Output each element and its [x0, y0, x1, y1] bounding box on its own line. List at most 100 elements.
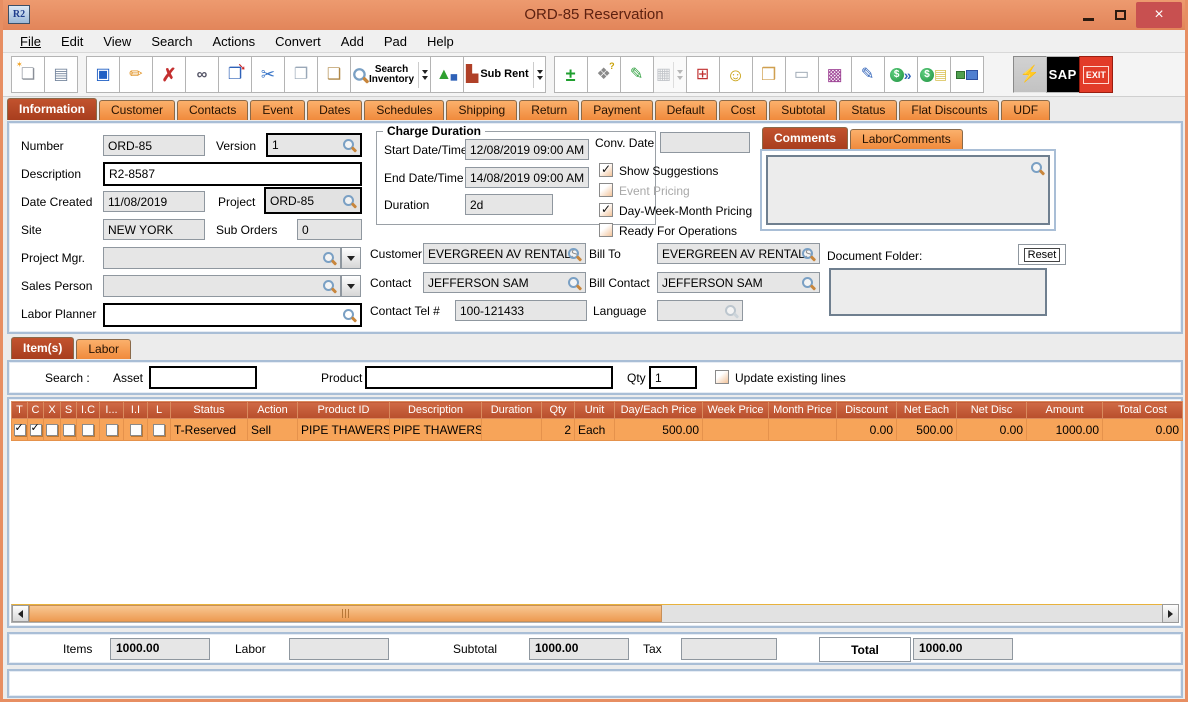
row-check-i-dots[interactable]: [105, 424, 118, 437]
col-t[interactable]: T: [11, 401, 28, 419]
customer-search-icon[interactable]: [567, 247, 581, 261]
order-tree-button[interactable]: ⊞: [685, 56, 720, 93]
tab-labor-comments[interactable]: LaborComments: [850, 129, 963, 149]
save-button[interactable]: ▣: [86, 56, 120, 93]
col-month-price[interactable]: Month Price: [768, 401, 837, 419]
tab-event[interactable]: Event: [250, 100, 306, 120]
tab-udf[interactable]: UDF: [1001, 100, 1051, 120]
kit-button[interactable]: ❖?: [586, 56, 621, 93]
project-field[interactable]: ORD-85: [264, 187, 362, 214]
tab-customer[interactable]: Customer: [99, 100, 176, 120]
menu-item-file[interactable]: File: [10, 32, 51, 51]
delivery-button[interactable]: [949, 56, 984, 93]
col-duration[interactable]: Duration: [481, 401, 542, 419]
comments-textarea[interactable]: [766, 155, 1050, 225]
tab-payment[interactable]: Payment: [581, 100, 653, 120]
tab-comments[interactable]: Comments: [762, 127, 849, 149]
menu-item-convert[interactable]: Convert: [265, 32, 331, 51]
bill-to-search-icon[interactable]: [801, 247, 815, 261]
asset-input[interactable]: [149, 366, 257, 389]
menu-item-edit[interactable]: Edit: [51, 32, 93, 51]
bill-contact-search-icon[interactable]: [801, 276, 815, 290]
sales-person-field[interactable]: [103, 275, 341, 297]
copy-order-button[interactable]: ❐ ➘: [218, 56, 252, 93]
exit-button[interactable]: EXIT: [1078, 56, 1113, 93]
tab-cost[interactable]: Cost: [718, 100, 768, 120]
col-x[interactable]: X: [43, 401, 61, 419]
version-search-icon[interactable]: [342, 138, 356, 152]
project-mgr-dropdown[interactable]: [341, 247, 361, 269]
customer-service-button[interactable]: ☺: [718, 56, 753, 93]
labor-planner-field[interactable]: [103, 303, 362, 327]
quick-actions-button[interactable]: ⚡: [1012, 56, 1047, 93]
new-order-button[interactable]: ❏ ✶: [11, 56, 45, 93]
col-total-cost[interactable]: Total Cost: [1102, 401, 1183, 419]
col-ic[interactable]: I.C: [76, 401, 100, 419]
row-check-s[interactable]: [62, 424, 75, 437]
tab-information[interactable]: Information: [7, 98, 97, 120]
find-button[interactable]: ∞: [185, 56, 219, 93]
bill-contact-field[interactable]: JEFFERSON SAM: [657, 272, 820, 293]
sales-person-dropdown[interactable]: [341, 275, 361, 297]
paste-button[interactable]: ❑: [317, 56, 351, 93]
menu-item-view[interactable]: View: [93, 32, 141, 51]
col-qty[interactable]: Qty: [541, 401, 575, 419]
menu-item-pad[interactable]: Pad: [374, 32, 417, 51]
col-c[interactable]: C: [27, 401, 44, 419]
description-field[interactable]: [103, 162, 362, 186]
minimize-button[interactable]: [1072, 3, 1104, 27]
calendar-button[interactable]: ▦: [652, 56, 687, 93]
tab-return[interactable]: Return: [519, 100, 580, 120]
search-inventory-dropdown[interactable]: [418, 61, 429, 88]
col-net-each[interactable]: Net Each: [896, 401, 957, 419]
tab-contacts[interactable]: Contacts: [177, 100, 249, 120]
col-net-disc[interactable]: Net Disc: [956, 401, 1027, 419]
close-button[interactable]: ×: [1136, 2, 1182, 28]
edit-button[interactable]: ✏: [119, 56, 153, 93]
edit-document-button[interactable]: ✎: [850, 56, 885, 93]
row-check-l[interactable]: [153, 424, 165, 437]
add-line-button[interactable]: ±: [553, 56, 588, 93]
tab-dates[interactable]: Dates: [307, 100, 363, 120]
document-folder-box[interactable]: [829, 268, 1047, 316]
total-button[interactable]: Total: [819, 637, 911, 662]
sub-rent-button[interactable]: ▙ Sub Rent: [463, 56, 546, 93]
col-ii[interactable]: I.I: [123, 401, 148, 419]
col-s[interactable]: S: [60, 401, 77, 419]
reset-button[interactable]: Reset: [1018, 244, 1066, 265]
sap-button[interactable]: SAP: [1045, 56, 1080, 93]
calendar-dropdown[interactable]: [673, 61, 684, 88]
tab-default[interactable]: Default: [654, 100, 717, 120]
tab-shipping[interactable]: Shipping: [446, 100, 518, 120]
tab-items[interactable]: Item(s): [11, 337, 75, 359]
contact-search-icon[interactable]: [567, 276, 581, 290]
tab-flat-discounts[interactable]: Flat Discounts: [899, 100, 1000, 120]
col-status[interactable]: Status: [170, 401, 248, 419]
col-week-price[interactable]: Week Price: [702, 401, 769, 419]
menu-item-search[interactable]: Search: [141, 32, 202, 51]
tab-schedules[interactable]: Schedules: [364, 100, 445, 120]
row-check-x[interactable]: [46, 424, 58, 437]
menu-item-actions[interactable]: Actions: [203, 32, 266, 51]
col-discount[interactable]: Discount: [836, 401, 897, 419]
sub-rent-dropdown[interactable]: [532, 61, 543, 88]
contact-field[interactable]: JEFFERSON SAM: [423, 272, 586, 293]
col-product-id[interactable]: Product ID: [297, 401, 390, 419]
convert-button[interactable]: ▲ ◼: [430, 56, 465, 93]
scroll-right-button[interactable]: [1162, 604, 1179, 623]
price-update-button[interactable]: $»: [883, 56, 918, 93]
row-check-ii[interactable]: [129, 424, 142, 437]
bill-to-field[interactable]: EVERGREEN AV RENTALS: [657, 243, 820, 264]
qty-input[interactable]: [649, 366, 697, 389]
version-field[interactable]: 1: [266, 133, 362, 157]
col-day-each-price[interactable]: Day/Each Price: [614, 401, 703, 419]
tab-subtotal[interactable]: Subtotal: [769, 100, 838, 120]
search-inventory-button[interactable]: Search Inventory: [350, 56, 432, 93]
project-mgr-field[interactable]: [103, 247, 341, 269]
col-amount[interactable]: Amount: [1026, 401, 1103, 419]
tab-status[interactable]: Status: [839, 100, 898, 120]
col-l[interactable]: L: [147, 401, 171, 419]
project-search-icon[interactable]: [342, 194, 356, 208]
scroll-left-button[interactable]: [12, 605, 29, 622]
grid-row[interactable]: T-Reserved Sell PIPE THAWERS PIPE THAWER…: [11, 418, 1183, 441]
